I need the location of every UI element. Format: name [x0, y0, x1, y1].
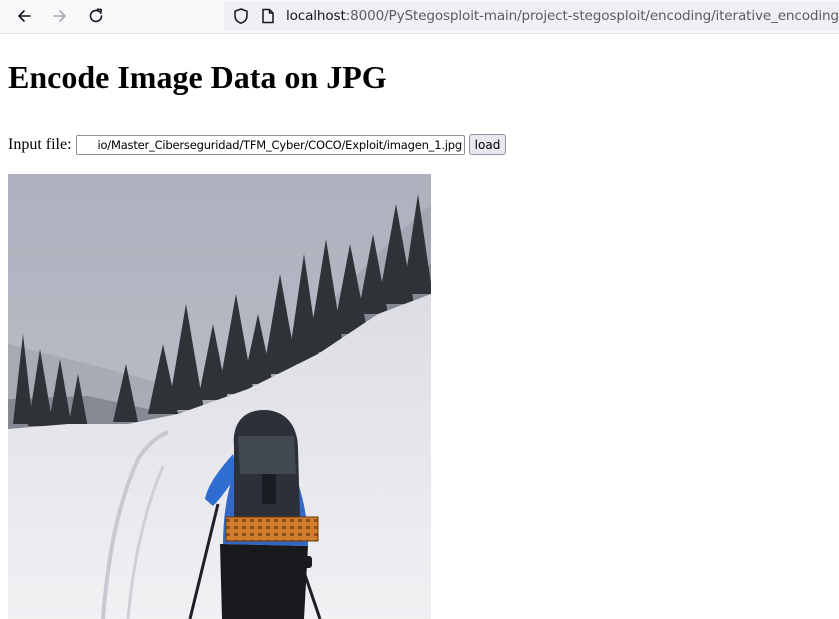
back-button[interactable] — [11, 4, 37, 28]
file-label: Input file: — [8, 136, 72, 153]
url-path: :8000/PyStegosploit-main/project-stegosp… — [345, 8, 839, 24]
shield-icon[interactable] — [232, 7, 250, 25]
reload-button[interactable] — [83, 4, 109, 28]
file-path-input[interactable] — [76, 135, 465, 155]
url-host: localhost — [286, 8, 346, 24]
page-content: Encode Image Data on JPG Input file: loa… — [0, 34, 839, 619]
page-title: Encode Image Data on JPG — [8, 59, 387, 95]
reload-icon — [89, 8, 103, 23]
back-arrow-icon — [18, 10, 31, 22]
forward-button[interactable] — [47, 4, 73, 28]
browser-toolbar: localhost:8000/PyStegosploit-main/projec… — [0, 0, 839, 34]
load-button[interactable]: load — [469, 134, 506, 155]
page-icon[interactable] — [259, 7, 277, 25]
loaded-image — [8, 174, 431, 619]
forward-arrow-icon — [53, 10, 66, 22]
url-text[interactable]: localhost:8000/PyStegosploit-main/projec… — [286, 8, 839, 25]
url-bar[interactable]: localhost:8000/PyStegosploit-main/projec… — [224, 1, 839, 31]
